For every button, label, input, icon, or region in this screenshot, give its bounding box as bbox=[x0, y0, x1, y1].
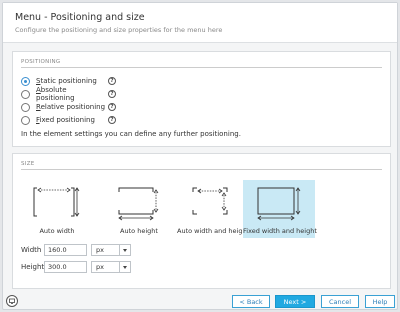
auto-height-icon bbox=[118, 187, 159, 221]
dialog-footer: < Back Next > Cancel Help bbox=[3, 292, 397, 311]
radio-label: Fixed positioning bbox=[36, 116, 95, 124]
size-option-auto-height[interactable]: Auto height bbox=[103, 180, 175, 238]
radio-absolute-positioning[interactable]: Absolute positioning ? bbox=[21, 86, 116, 102]
fixed-width-and-height-icon bbox=[257, 187, 301, 221]
dialog-title: Menu - Positioning and size bbox=[15, 12, 145, 23]
size-option-label: Auto height bbox=[120, 227, 158, 235]
width-unit-value: px bbox=[96, 246, 104, 254]
radio-label: Static positioning bbox=[36, 77, 97, 85]
info-icon[interactable] bbox=[6, 295, 18, 307]
cancel-button[interactable]: Cancel bbox=[321, 295, 359, 308]
size-option-fixed-width-and-height[interactable]: Fixed width and height bbox=[243, 180, 317, 238]
radio-button[interactable] bbox=[21, 115, 30, 125]
help-icon[interactable]: ? bbox=[108, 90, 116, 98]
size-panel: SIZE Auto width Auto height Auto width a… bbox=[12, 153, 391, 289]
width-label: Width bbox=[21, 246, 42, 254]
height-unit-value: px bbox=[96, 263, 104, 271]
radio-button[interactable] bbox=[21, 76, 30, 86]
size-option-label: Fixed width and height bbox=[243, 227, 317, 235]
chevron-down-icon[interactable] bbox=[119, 262, 130, 272]
size-option-auto-width[interactable]: Auto width bbox=[21, 180, 93, 238]
radio-button[interactable] bbox=[21, 89, 30, 99]
dialog-subtitle: Configure the positioning and size prope… bbox=[15, 26, 223, 34]
height-input[interactable] bbox=[44, 261, 87, 273]
section-divider bbox=[21, 169, 382, 170]
size-option-label: Auto width bbox=[39, 227, 75, 235]
info-icon-glyph bbox=[9, 298, 15, 304]
radio-button[interactable] bbox=[21, 102, 30, 112]
help-icon[interactable]: ? bbox=[108, 77, 116, 85]
height-unit-select[interactable]: px bbox=[91, 261, 131, 273]
size-option-auto-width-and-height[interactable]: Auto width and height bbox=[177, 180, 249, 238]
radio-relative-positioning[interactable]: Relative positioning ? bbox=[21, 101, 116, 113]
dialog: Menu - Positioning and size Configure th… bbox=[2, 2, 398, 310]
help-button[interactable]: Help bbox=[365, 295, 395, 308]
positioning-section-title: POSITIONING bbox=[21, 59, 61, 65]
width-unit-select[interactable]: px bbox=[91, 244, 131, 256]
auto-width-icon bbox=[33, 187, 80, 217]
size-section-title: SIZE bbox=[21, 161, 35, 167]
height-label: Height bbox=[21, 263, 45, 271]
chevron-down-icon[interactable] bbox=[119, 245, 130, 255]
auto-width-and-height-icon bbox=[192, 187, 228, 215]
radio-fixed-positioning[interactable]: Fixed positioning ? bbox=[21, 114, 116, 126]
width-input[interactable] bbox=[44, 244, 87, 256]
next-button[interactable]: Next > bbox=[275, 295, 315, 308]
section-divider bbox=[21, 67, 382, 68]
radio-label: Relative positioning bbox=[36, 103, 106, 111]
help-icon[interactable]: ? bbox=[108, 116, 116, 124]
back-button[interactable]: < Back bbox=[232, 295, 270, 308]
width-row: Width px bbox=[21, 244, 131, 256]
height-row: Height px bbox=[21, 261, 131, 273]
positioning-note: In the element settings you can define a… bbox=[21, 130, 241, 138]
positioning-panel: POSITIONING Static positioning ? Absolut… bbox=[12, 51, 391, 147]
dialog-header: Menu - Positioning and size Configure th… bbox=[3, 3, 397, 43]
radio-label: Absolute positioning bbox=[36, 86, 75, 102]
size-option-label: Auto width and height bbox=[177, 227, 250, 235]
help-icon[interactable]: ? bbox=[108, 103, 116, 111]
